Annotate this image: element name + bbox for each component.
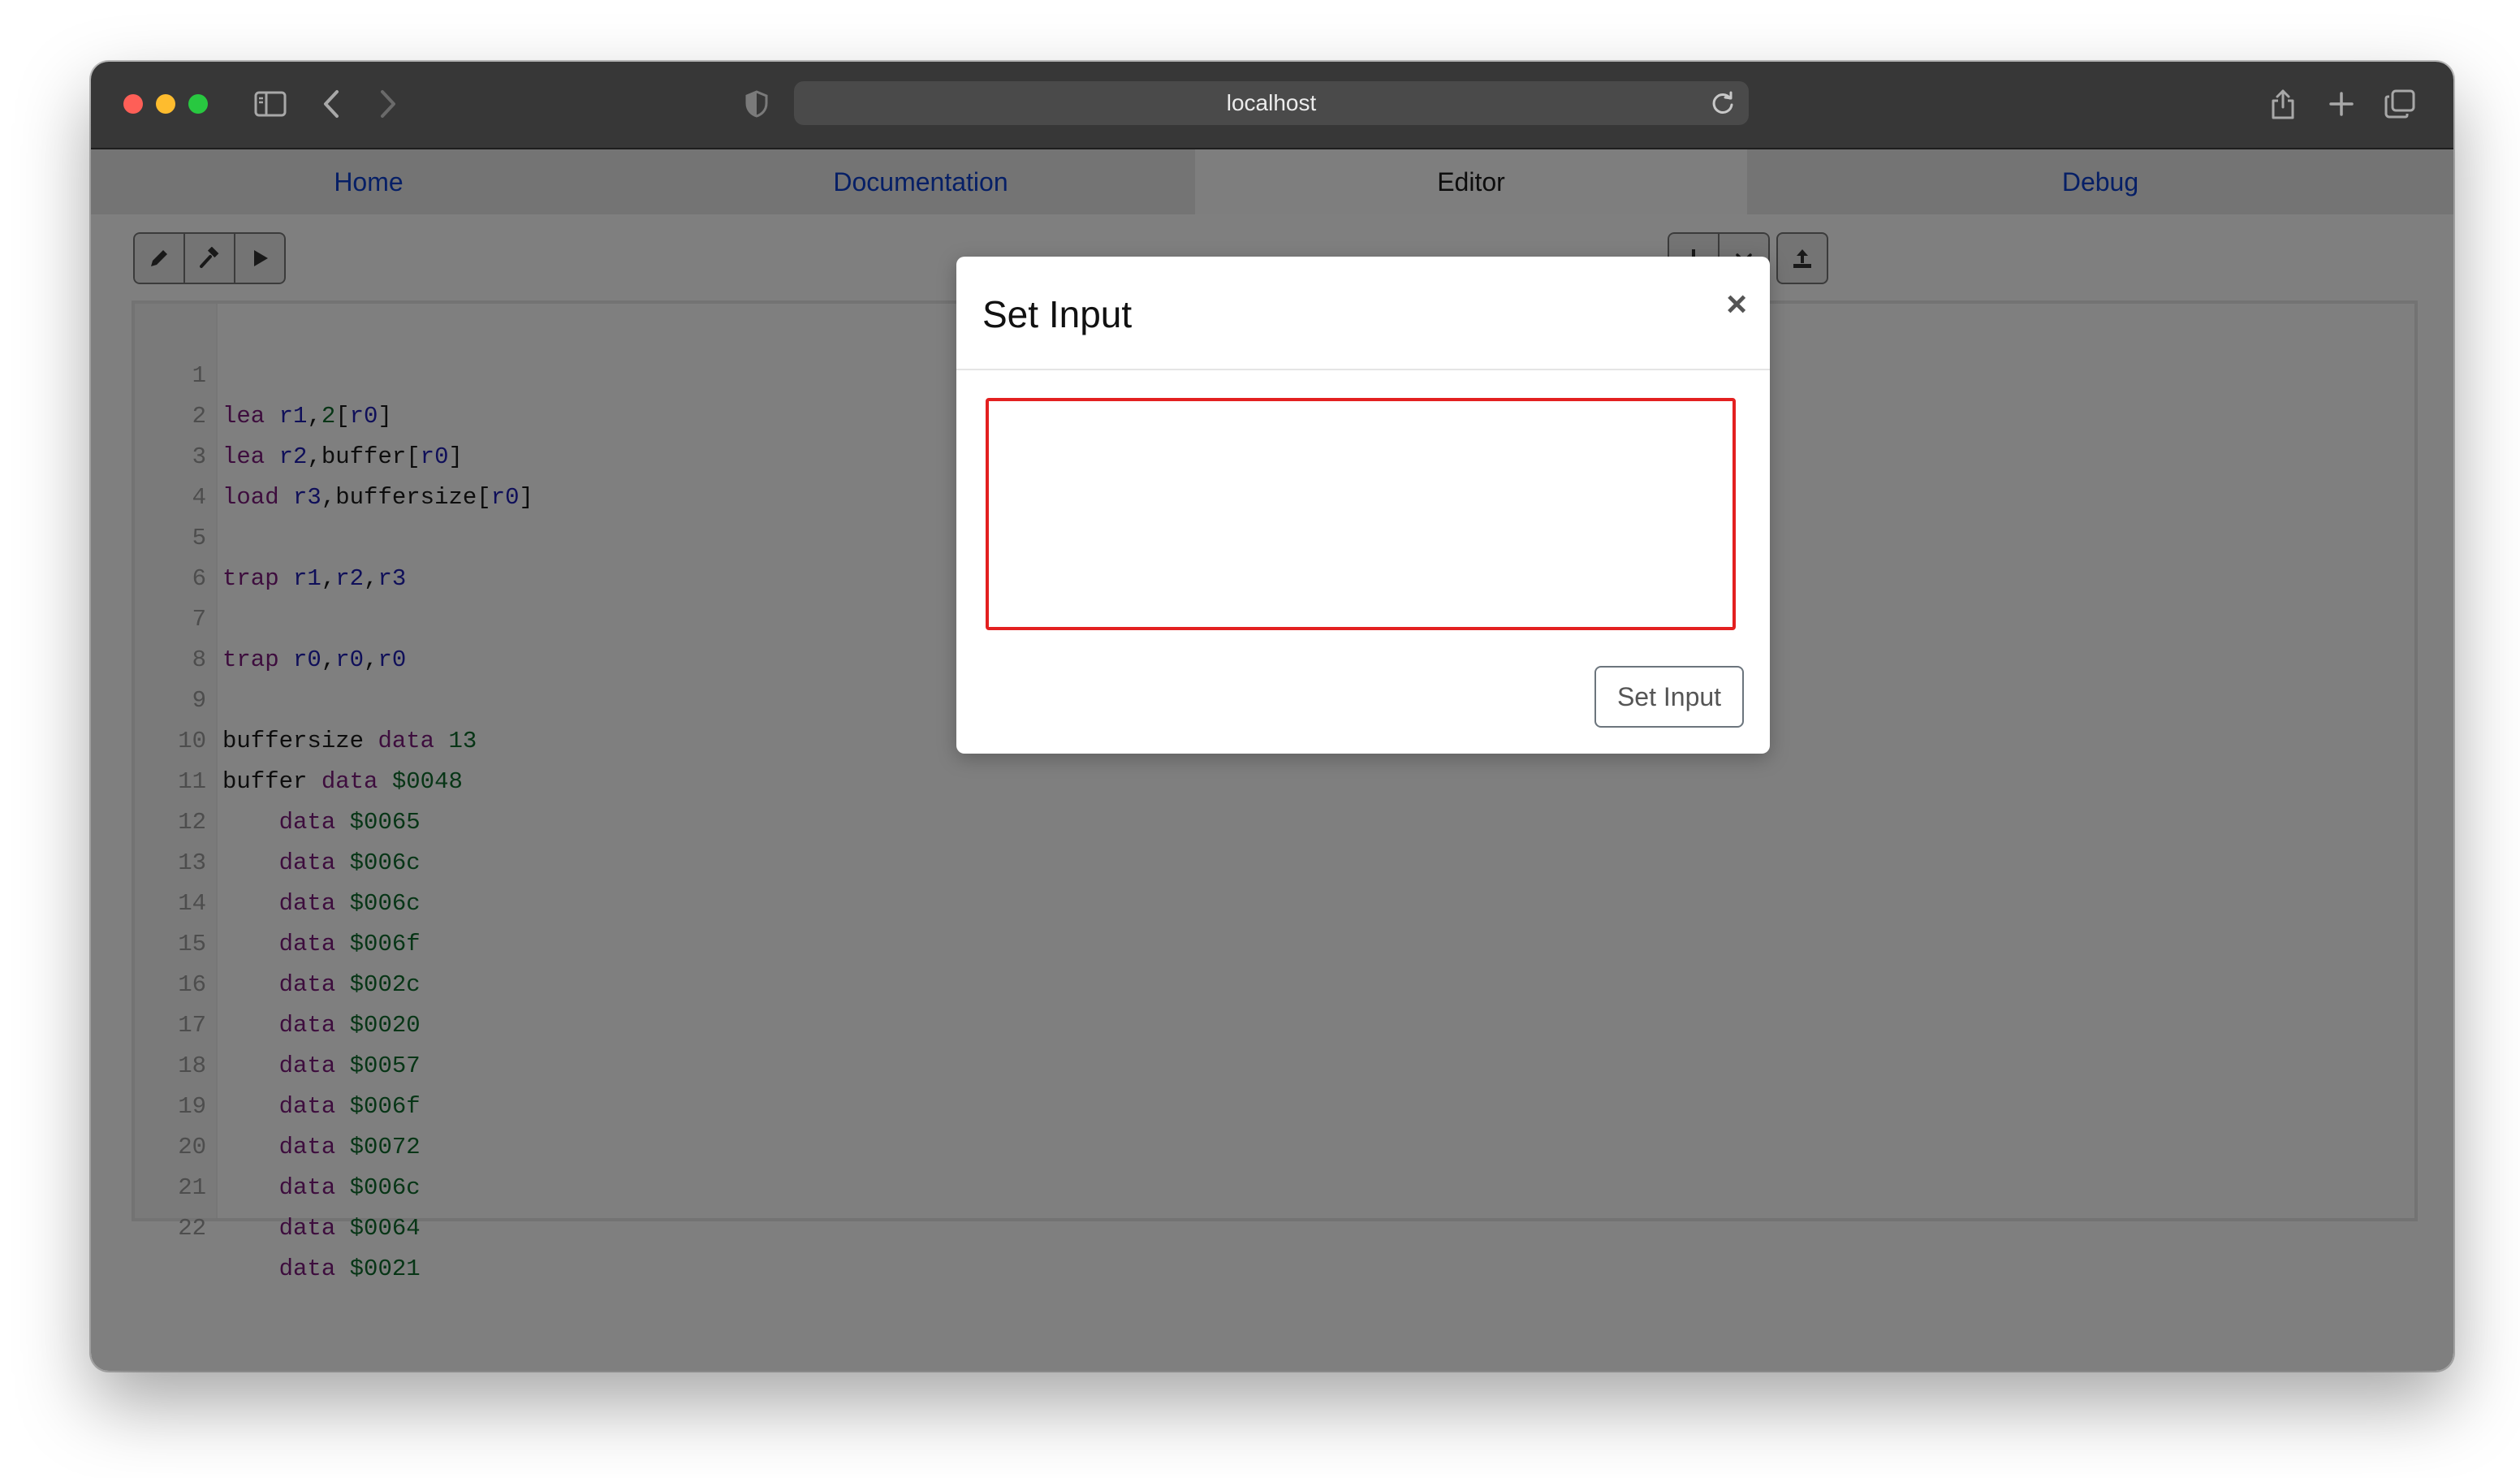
url-text: localhost [1226,90,1317,115]
tab-overview-icon[interactable] [2380,83,2419,125]
input-textarea[interactable] [986,398,1736,630]
forward-icon[interactable] [372,83,404,125]
address-bar[interactable]: localhost [794,81,1749,125]
browser-titlebar: localhost [91,62,2453,149]
close-icon[interactable]: × [1726,284,1747,325]
set-input-button[interactable]: Set Input [1594,666,1744,728]
back-icon[interactable] [315,83,347,125]
zoom-window-button[interactable] [188,94,208,114]
close-window-button[interactable] [123,94,143,114]
dialog-header: Set Input × [956,257,1770,370]
share-icon[interactable] [2265,83,2301,125]
new-tab-icon[interactable] [2324,83,2359,125]
privacy-shield-icon[interactable] [740,83,773,125]
browser-window: localhost Home Documentation Editor Debu… [91,62,2453,1371]
set-input-dialog: Set Input × Set Input [956,257,1770,754]
reload-icon[interactable] [1708,89,1737,118]
sidebar-icon[interactable] [250,83,291,125]
dialog-title: Set Input [982,293,1133,335]
minimize-window-button[interactable] [156,94,175,114]
